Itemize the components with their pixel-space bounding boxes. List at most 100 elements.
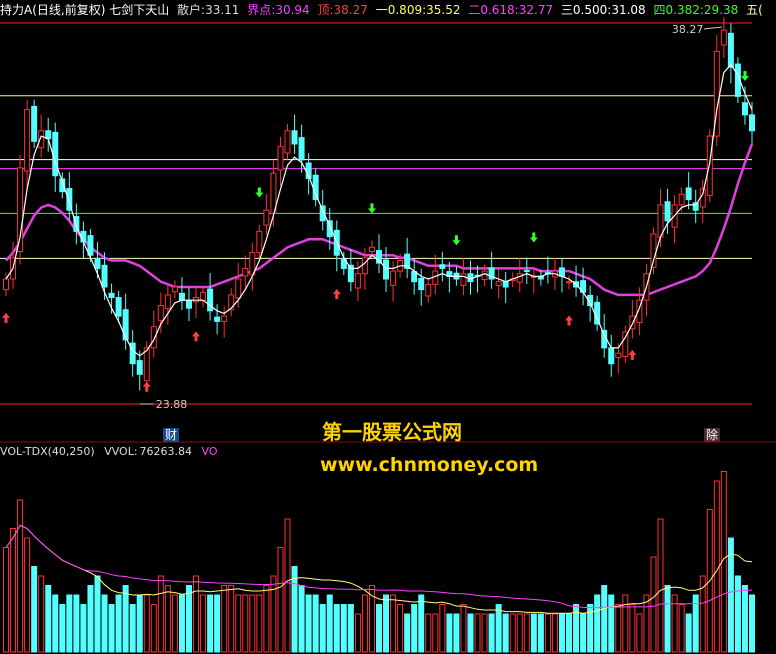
candle-body <box>178 292 185 301</box>
volume-bar <box>509 613 516 653</box>
volume-bar <box>94 575 101 653</box>
candle-body <box>185 299 192 309</box>
candle-body <box>678 193 685 206</box>
volume-bar <box>178 594 185 653</box>
volume-bar <box>24 537 31 653</box>
volume-bar <box>298 585 305 653</box>
volume-bar <box>207 594 214 653</box>
volume-bar <box>249 594 256 653</box>
candle-body <box>298 137 305 161</box>
volume-bar <box>200 594 207 653</box>
volume-bar <box>425 613 432 653</box>
volume-bar <box>474 613 481 653</box>
candle-body <box>720 29 727 46</box>
volume-bar <box>3 547 9 653</box>
buy-arrow-icon <box>565 315 574 326</box>
volume-bar <box>516 613 523 653</box>
five-label: 五( <box>746 3 763 17</box>
candle-body <box>263 209 270 226</box>
volume-bars <box>3 471 755 653</box>
volume-bar <box>45 585 52 653</box>
candle-body <box>242 267 249 277</box>
candle-body <box>439 264 446 269</box>
finance-badge[interactable]: 财 <box>163 428 180 442</box>
candle-body <box>200 291 207 302</box>
volume-bar <box>467 613 474 653</box>
volume-bar <box>573 604 580 653</box>
volume-bar <box>263 585 270 653</box>
candle-body <box>354 273 361 289</box>
volume-bar <box>129 604 136 653</box>
high-pointer <box>703 26 722 30</box>
volume-bar <box>10 528 17 653</box>
candle-body <box>24 109 31 172</box>
volume-header: VOL-TDX(40,250) VVOL: 76263.84 VO <box>0 444 224 460</box>
two-value: 32.77 <box>518 3 554 17</box>
volume-bar <box>228 585 235 653</box>
volume-bar <box>650 556 657 653</box>
candle-body <box>383 259 390 280</box>
candle-body <box>432 270 439 285</box>
volume-bar <box>608 594 615 653</box>
candle-body <box>291 130 298 145</box>
candle-body <box>87 235 94 256</box>
candle-body <box>516 273 523 283</box>
volume-bar <box>551 613 558 653</box>
candle-body <box>481 270 488 281</box>
volume-bar <box>439 604 446 653</box>
candle-body <box>214 316 221 322</box>
volume-tail: VO <box>201 445 218 458</box>
watermark-url: www.chnmoney.com <box>320 454 539 476</box>
volume-bar <box>537 613 544 653</box>
candle-body <box>566 281 573 284</box>
candle-body <box>171 286 178 293</box>
volume-bar <box>17 499 24 653</box>
volume-bar <box>404 613 411 653</box>
boundary-label: 界点: <box>247 3 276 17</box>
candle-body <box>425 283 432 297</box>
buy-arrow-icon <box>332 289 341 300</box>
candle-body <box>594 301 601 325</box>
volume-bar <box>446 613 453 653</box>
one-label: 一0.809: <box>375 3 427 17</box>
volume-bar <box>432 613 439 653</box>
volume-bar <box>87 585 94 653</box>
volume-bar <box>615 604 622 653</box>
volume-bar <box>481 613 488 653</box>
candle-body <box>749 114 755 132</box>
sell-arrow-icon <box>529 232 538 243</box>
volume-bar <box>277 547 284 653</box>
boundary-value: 30.94 <box>275 3 310 17</box>
ex-rights-badge[interactable]: 除 <box>704 428 721 442</box>
signal-arrows <box>2 71 749 392</box>
volume-bar <box>164 585 171 653</box>
volume-bar <box>59 604 66 653</box>
two-label: 二0.618: <box>468 3 519 17</box>
volume-bar <box>214 594 221 653</box>
volume-bar <box>678 604 685 653</box>
volume-bar <box>713 480 720 653</box>
volume-bar <box>242 594 249 653</box>
four-value: 29.38 <box>703 3 739 17</box>
candle-body <box>608 347 615 365</box>
candle-body <box>495 281 502 286</box>
three-label: 三0.500: <box>560 3 612 17</box>
candle-body <box>622 331 629 357</box>
candle-body <box>157 305 164 321</box>
volume-bar <box>397 604 404 653</box>
volume-bar <box>319 604 326 653</box>
volume-bar <box>354 613 361 653</box>
volume-bar <box>333 604 340 653</box>
candle-body <box>122 309 129 341</box>
volume-bar <box>136 594 143 653</box>
vvol-value: 76263.84 <box>139 445 193 458</box>
top-value: 38.27 <box>333 3 368 17</box>
candle-body <box>467 273 474 283</box>
volume-bar <box>664 585 671 653</box>
volume-bar <box>558 613 565 653</box>
candle-body <box>94 257 101 269</box>
buy-arrow-icon <box>2 312 10 323</box>
volume-bar <box>122 585 129 653</box>
candle-body <box>460 273 467 286</box>
volume-bar <box>411 604 418 653</box>
